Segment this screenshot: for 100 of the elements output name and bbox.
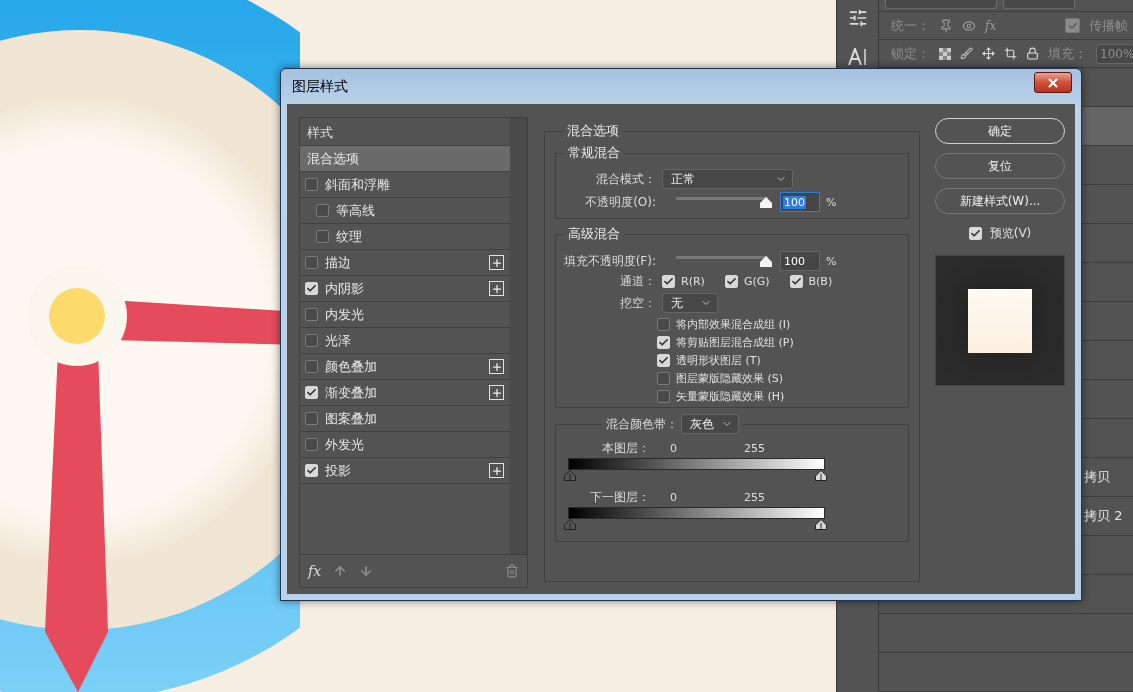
checkbox[interactable] <box>316 230 329 243</box>
pin-icon[interactable] <box>939 18 953 33</box>
range-thumb[interactable] <box>815 519 827 530</box>
band-label: 下一图层： <box>589 488 650 506</box>
style-list-item[interactable]: 描边 <box>300 250 510 276</box>
text-tool-icon[interactable] <box>847 48 868 66</box>
dropdown-field[interactable] <box>1003 0 1075 9</box>
style-list-item[interactable]: 外发光 <box>300 432 510 458</box>
style-label: 内阴影 <box>325 279 365 298</box>
field-label: 挖空： <box>619 294 656 312</box>
checkbox[interactable] <box>305 308 318 321</box>
check-icon <box>1067 20 1078 31</box>
style-list-item[interactable]: 内发光 <box>300 302 510 328</box>
style-list-item[interactable]: 混合选项 <box>300 146 510 172</box>
add-icon[interactable] <box>489 463 504 478</box>
opacity-field[interactable]: 100 <box>780 192 820 212</box>
check-icon <box>658 354 669 366</box>
checkbox[interactable] <box>657 317 670 331</box>
style-list-item[interactable]: 等高线 <box>300 198 510 224</box>
style-label: 内发光 <box>325 305 365 324</box>
check-icon <box>725 275 737 287</box>
preview-swatch <box>968 288 1032 353</box>
knockout-dropdown[interactable]: 无 <box>662 293 718 313</box>
scrollbar[interactable] <box>510 118 527 554</box>
style-label: 描边 <box>325 253 352 272</box>
close-icon <box>1046 75 1060 90</box>
style-list-item[interactable]: 内阴影 <box>300 276 510 302</box>
style-label: 投影 <box>325 461 352 480</box>
band-high-value: 255 <box>744 490 766 504</box>
style-label: 渐变叠加 <box>325 383 378 402</box>
lock-icon[interactable] <box>1026 47 1039 60</box>
range-thumb[interactable] <box>564 519 576 530</box>
style-list-item[interactable]: 图案叠加 <box>300 406 510 432</box>
style-label: 混合选项 <box>307 149 360 168</box>
band-low-value: 0 <box>670 441 678 455</box>
check-icon <box>658 336 669 348</box>
range-thumb[interactable] <box>564 470 576 481</box>
checkbox[interactable] <box>305 256 318 269</box>
blend-mode-dropdown[interactable]: 正常 <box>662 169 793 189</box>
range-thumb[interactable] <box>815 470 827 481</box>
brush-icon[interactable] <box>960 47 973 60</box>
adjustments-icon[interactable] <box>847 8 868 28</box>
option-label: 将内部效果混合成组 (I) <box>676 316 791 332</box>
crop-icon[interactable] <box>1004 47 1017 60</box>
field-label: 混合颜色带： <box>606 415 676 433</box>
layer-name: 拷贝 <box>1084 468 1110 486</box>
check-icon <box>306 465 317 476</box>
checkbox[interactable] <box>305 438 318 451</box>
style-label: 图案叠加 <box>325 409 378 428</box>
check-icon <box>306 283 317 294</box>
option-label: 将剪贴图层混合成组 (P) <box>676 334 794 350</box>
checkbox[interactable] <box>305 360 318 373</box>
section-title: 常规混合 <box>567 144 621 162</box>
close-button[interactable] <box>1034 72 1072 93</box>
checkbox[interactable] <box>305 334 318 347</box>
checkbox[interactable] <box>1065 18 1081 33</box>
style-list-item[interactable]: 斜面和浮雕 <box>300 172 510 198</box>
add-icon[interactable] <box>489 255 504 270</box>
style-list-item[interactable]: 投影 <box>300 458 510 484</box>
layer-name: 拷贝 2 <box>1084 507 1123 525</box>
option-label: 透明形状图层 (T) <box>676 352 761 368</box>
field-label: 通道： <box>619 272 656 290</box>
style-list-item[interactable]: 渐变叠加 <box>300 380 510 406</box>
channel-label: R(R) <box>681 274 705 288</box>
eye-icon[interactable] <box>962 18 976 33</box>
fx-icon[interactable]: fx <box>308 563 322 579</box>
check-icon <box>969 228 981 239</box>
move-icon[interactable] <box>982 47 995 60</box>
checkbox[interactable] <box>305 178 318 191</box>
checkbox[interactable] <box>657 389 670 403</box>
add-icon[interactable] <box>489 385 504 400</box>
style-list-item[interactable]: 光泽 <box>300 328 510 354</box>
blend-if-dropdown[interactable]: 灰色 <box>681 414 739 434</box>
add-icon[interactable] <box>489 281 504 296</box>
slider-thumb[interactable] <box>760 197 772 208</box>
style-list-item[interactable]: 颜色叠加 <box>300 354 510 380</box>
add-icon[interactable] <box>489 359 504 374</box>
style-label: 外发光 <box>325 435 365 454</box>
channel-label: B(B) <box>808 274 833 288</box>
dropdown-field[interactable] <box>885 0 997 9</box>
check-icon <box>306 387 317 398</box>
checkbox[interactable] <box>316 204 329 217</box>
fill-opacity-field[interactable]: 100 <box>780 251 820 271</box>
style-label: 光泽 <box>325 331 352 350</box>
section-title: 高级混合 <box>567 225 621 243</box>
band-high-value: 255 <box>744 441 766 455</box>
checkbox[interactable] <box>305 412 318 425</box>
checkerboard-icon[interactable] <box>939 47 951 60</box>
section-title: 混合选项 <box>566 122 620 140</box>
style-list-item[interactable]: 纹理 <box>300 224 510 250</box>
style-label: 等高线 <box>336 201 376 220</box>
option-label: 图层蒙版隐藏效果 (S) <box>676 370 784 386</box>
unit-label: % <box>826 254 837 268</box>
field-label: 填充不透明度(F): <box>562 252 656 270</box>
slider-thumb[interactable] <box>760 256 772 267</box>
style-label: 纹理 <box>336 227 363 246</box>
option-label: 矢量蒙版隐藏效果 (H) <box>676 388 785 404</box>
style-label: 颜色叠加 <box>325 357 378 376</box>
checkbox[interactable] <box>657 371 670 385</box>
channel-label: G(G) <box>743 274 770 288</box>
